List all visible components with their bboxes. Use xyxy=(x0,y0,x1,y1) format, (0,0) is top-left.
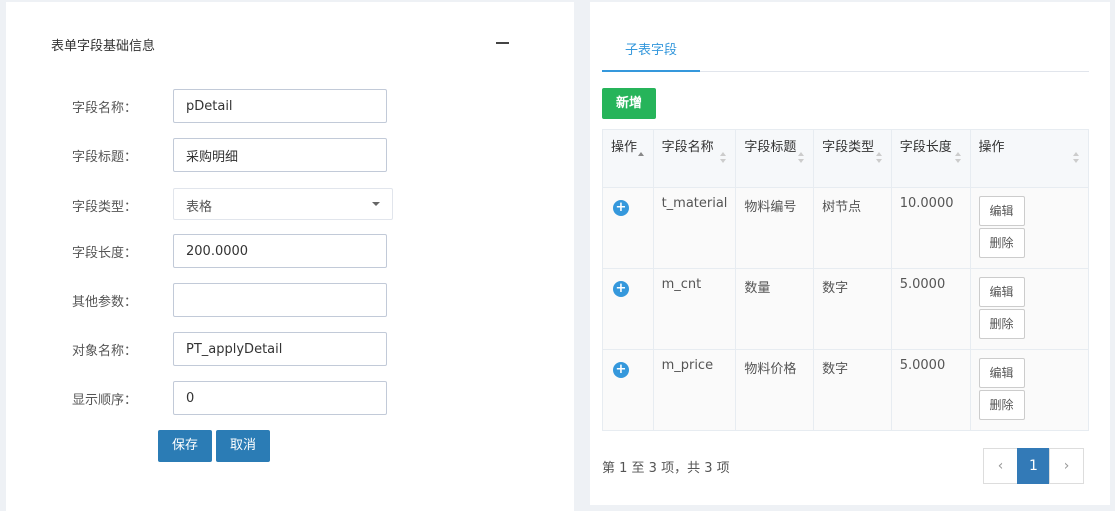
cell-field-name: m_cnt xyxy=(652,268,737,350)
tab-sub-table-fields[interactable]: 子表字段 xyxy=(602,32,700,72)
column-header-field-type[interactable]: 字段类型 xyxy=(813,129,892,188)
cell-field-length: 5.0000 xyxy=(890,349,971,431)
sort-icon xyxy=(875,152,884,166)
cell-field-type: 树节点 xyxy=(813,187,892,269)
expand-cell: + xyxy=(602,268,654,350)
sub-table-panel: 子表字段 新增 操作 字段名称 字段标题 字段类型 字段长度 操作 + t_ma… xyxy=(590,2,1110,505)
table-row: + t_material 物料编号 树节点 10.0000 编辑 删除 xyxy=(602,187,1089,269)
form-row-field-type: 字段类型： 表格 xyxy=(6,188,574,222)
field-type-value: 表格 xyxy=(186,200,213,215)
cell-field-title: 数量 xyxy=(735,268,815,350)
cell-operations: 编辑 删除 xyxy=(969,187,1089,269)
field-info-panel: 表单字段基础信息 字段名称： 字段标题： 字段类型： 表格 字段长度： 其他参数… xyxy=(6,2,574,511)
cancel-button[interactable]: 取消 xyxy=(216,430,270,462)
column-header-action[interactable]: 操作 xyxy=(602,129,654,188)
form-row-object-name: 对象名称： xyxy=(6,332,574,366)
other-params-input[interactable] xyxy=(173,283,387,317)
field-name-label: 字段名称： xyxy=(72,101,138,116)
delete-button[interactable]: 删除 xyxy=(978,309,1025,339)
pagination: ‹ 1 › xyxy=(983,448,1084,484)
save-button[interactable]: 保存 xyxy=(158,430,212,462)
cell-field-title: 物料编号 xyxy=(735,187,815,269)
sort-icon xyxy=(720,152,728,166)
cell-operations: 编辑 删除 xyxy=(969,349,1089,431)
display-order-input[interactable] xyxy=(173,381,387,415)
cell-field-length: 5.0000 xyxy=(890,268,971,350)
delete-button[interactable]: 删除 xyxy=(978,228,1025,258)
next-page-button[interactable]: › xyxy=(1049,448,1084,484)
form-row-field-title: 字段标题： xyxy=(6,138,574,172)
object-name-label: 对象名称： xyxy=(72,344,138,359)
sort-icon xyxy=(1073,152,1081,166)
delete-button[interactable]: 删除 xyxy=(978,390,1025,420)
field-name-input[interactable] xyxy=(173,89,387,123)
table-row: + m_cnt 数量 数字 5.0000 编辑 删除 xyxy=(602,268,1089,350)
page-button-1[interactable]: 1 xyxy=(1017,448,1050,484)
edit-button[interactable]: 编辑 xyxy=(978,277,1025,307)
sub-fields-table: 操作 字段名称 字段标题 字段类型 字段长度 操作 + t_material 物… xyxy=(602,129,1089,431)
cell-operations: 编辑 删除 xyxy=(969,268,1089,350)
expand-cell: + xyxy=(602,187,654,269)
cell-field-length: 10.0000 xyxy=(890,187,971,269)
add-button[interactable]: 新增 xyxy=(602,88,656,119)
column-header-field-name[interactable]: 字段名称 xyxy=(652,129,737,188)
sort-asc-icon xyxy=(637,152,646,166)
cell-field-title: 物料价格 xyxy=(735,349,815,431)
form-row-other-params: 其他参数： xyxy=(6,283,574,317)
prev-page-button[interactable]: ‹ xyxy=(983,448,1018,484)
sort-icon xyxy=(798,152,806,166)
collapse-icon[interactable] xyxy=(496,42,509,44)
cell-field-type: 数字 xyxy=(813,268,892,350)
column-header-field-title[interactable]: 字段标题 xyxy=(735,129,815,188)
pagination-info: 第 1 至 3 项，共 3 项 xyxy=(602,461,730,476)
field-length-label: 字段长度： xyxy=(72,246,138,261)
column-header-field-length[interactable]: 字段长度 xyxy=(890,129,971,188)
display-order-label: 显示顺序： xyxy=(72,393,138,408)
expand-cell: + xyxy=(602,349,654,431)
cell-field-name: m_price xyxy=(652,349,737,431)
edit-button[interactable]: 编辑 xyxy=(978,358,1025,388)
plus-circle-icon[interactable]: + xyxy=(613,362,629,378)
other-params-label: 其他参数： xyxy=(72,295,138,310)
panel-title: 表单字段基础信息 xyxy=(51,39,156,54)
table-row: + m_price 物料价格 数字 5.0000 编辑 删除 xyxy=(602,349,1089,431)
field-title-input[interactable] xyxy=(173,138,387,172)
form-row-field-name: 字段名称： xyxy=(6,89,574,123)
cell-field-name: t_material xyxy=(652,187,737,269)
form-row-display-order: 显示顺序： xyxy=(6,381,574,415)
tab-bar: 子表字段 xyxy=(602,32,1089,72)
plus-circle-icon[interactable]: + xyxy=(613,281,629,297)
chevron-down-icon xyxy=(372,202,380,206)
cell-field-type: 数字 xyxy=(813,349,892,431)
sort-icon xyxy=(954,152,963,166)
field-type-label: 字段类型： xyxy=(72,200,138,215)
form-row-field-length: 字段长度： xyxy=(6,234,574,268)
object-name-input[interactable] xyxy=(173,332,387,366)
edit-button[interactable]: 编辑 xyxy=(978,196,1025,226)
field-title-label: 字段标题： xyxy=(72,150,138,165)
field-length-input[interactable] xyxy=(173,234,387,268)
field-type-select[interactable]: 表格 xyxy=(173,188,393,220)
column-header-operations[interactable]: 操作 xyxy=(969,129,1089,188)
plus-circle-icon[interactable]: + xyxy=(613,200,629,216)
table-header-row: 操作 字段名称 字段标题 字段类型 字段长度 操作 xyxy=(602,129,1089,188)
